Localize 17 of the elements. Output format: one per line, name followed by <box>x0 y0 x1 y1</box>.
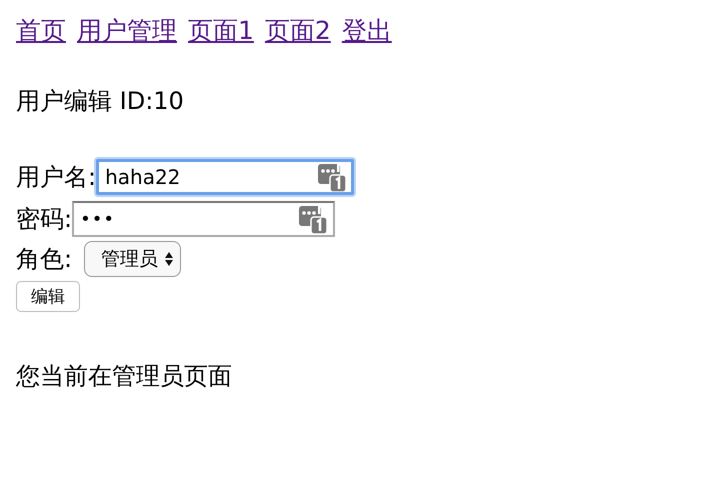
role-select[interactable]: 管理员 <box>84 241 182 277</box>
field-label: 角色: <box>16 244 72 275</box>
username-field[interactable]: haha22 <box>96 159 354 195</box>
edit-button[interactable]: 编辑 <box>16 281 80 312</box>
page-heading: 用户编辑 ID:10 <box>16 86 185 117</box>
dropdown-arrows-icon <box>164 251 174 267</box>
nav-link[interactable]: 用户管理 <box>77 14 177 47</box>
nav-link[interactable]: 登出 <box>342 14 392 47</box>
field-label: 用户名: <box>16 162 96 193</box>
nav-link[interactable]: 页面2 <box>264 14 331 47</box>
password-field[interactable]: ••• <box>72 201 336 237</box>
nav-link[interactable]: 首页 <box>16 14 66 47</box>
status-text: 您当前在管理员页面 <box>16 361 233 392</box>
field-label: 密码: <box>16 204 72 235</box>
nav-link[interactable]: 页面1 <box>188 14 254 47</box>
password-manager-icon <box>318 162 346 192</box>
password-manager-icon <box>299 204 328 234</box>
